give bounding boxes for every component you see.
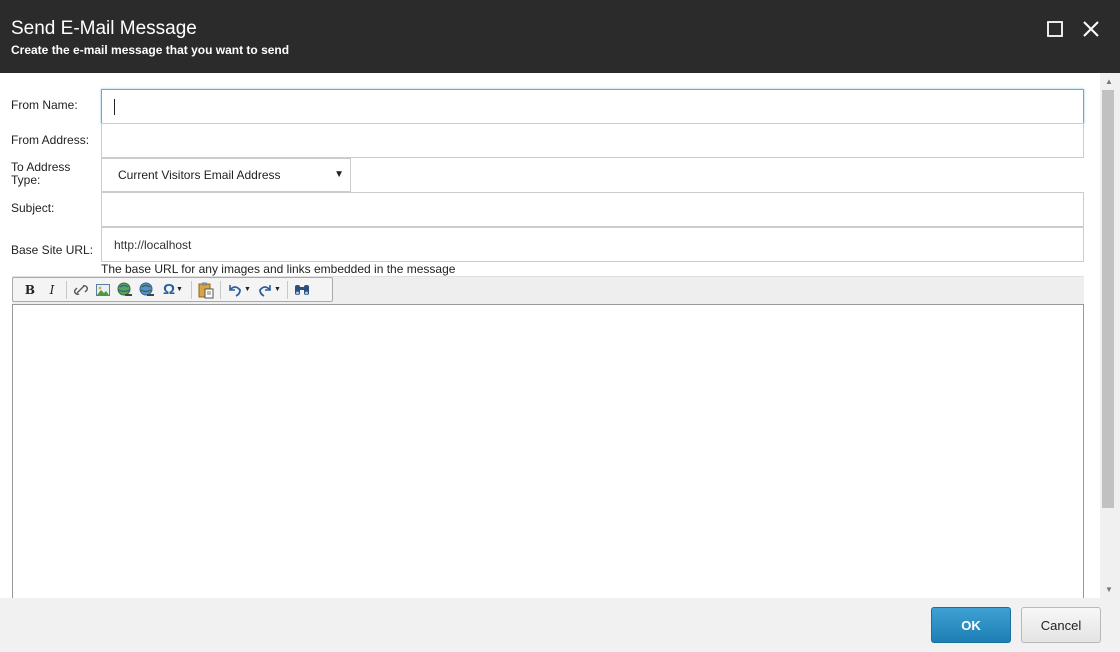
- italic-icon: I: [49, 282, 55, 297]
- insert-link-icon: [117, 282, 132, 296]
- image-icon: [96, 283, 110, 296]
- to-address-type-value: Current Visitors Email Address: [118, 168, 281, 182]
- redo-icon: [259, 284, 271, 297]
- redo-button[interactable]: ▼: [254, 280, 284, 300]
- ok-button[interactable]: OK: [931, 607, 1011, 643]
- dropdown-arrow-icon: ▼: [274, 286, 281, 293]
- special-character-button[interactable]: Ω ▼: [158, 280, 188, 300]
- toolbar-separator: [191, 280, 192, 299]
- toolbar-separator: [220, 280, 221, 299]
- subject-input[interactable]: [101, 192, 1084, 227]
- undo-icon: [229, 284, 241, 297]
- editor-toolbar: B I Ω ▼ ▼ ▼: [12, 277, 333, 302]
- to-address-type-label: To Address Type:: [11, 160, 71, 187]
- insert-link-button[interactable]: [114, 280, 136, 300]
- dialog-header: Send E-Mail Message Create the e-mail me…: [0, 0, 1120, 73]
- find-button[interactable]: [291, 280, 313, 300]
- find-icon: [295, 284, 309, 295]
- base-site-url-hint: The base URL for any images and links em…: [101, 262, 456, 276]
- dropdown-arrow-icon: ▼: [244, 286, 251, 293]
- scroll-down-icon[interactable]: ▼: [1105, 585, 1113, 594]
- message-body-editor[interactable]: [12, 304, 1084, 598]
- vertical-scrollbar[interactable]: ▲ ▼: [1100, 73, 1120, 598]
- base-site-url-value: http://localhost: [114, 237, 192, 252]
- paste-icon: [198, 282, 214, 298]
- from-name-input[interactable]: [101, 89, 1084, 124]
- maximize-button[interactable]: [1043, 17, 1067, 41]
- link-icon: [74, 284, 88, 295]
- scroll-up-icon[interactable]: ▲: [1105, 77, 1113, 86]
- close-icon: [1083, 21, 1099, 37]
- toolbar-separator: [287, 280, 288, 299]
- bold-button[interactable]: B: [19, 280, 41, 300]
- omega-icon: Ω: [163, 281, 176, 298]
- from-address-input[interactable]: [101, 123, 1084, 158]
- dialog-subtitle: Create the e-mail message that you want …: [11, 43, 290, 57]
- cancel-button[interactable]: Cancel: [1021, 607, 1101, 643]
- italic-button[interactable]: I: [41, 280, 63, 300]
- insert-image-button[interactable]: [92, 280, 114, 300]
- to-address-type-select[interactable]: Current Visitors Email Address ▼: [101, 158, 351, 192]
- paste-button[interactable]: [195, 280, 217, 300]
- remove-link-icon: [139, 282, 154, 296]
- bold-icon: B: [24, 282, 36, 297]
- toolbar-separator: [66, 280, 67, 299]
- base-site-url-label: Base Site URL:: [11, 243, 94, 257]
- text-caret: [114, 98, 115, 115]
- remove-link-button[interactable]: [136, 280, 158, 300]
- dialog-content: From Name: From Address: To Address Type…: [0, 73, 1100, 598]
- from-name-label: From Name:: [11, 98, 78, 112]
- dropdown-arrow-icon: ▼: [176, 286, 183, 293]
- link-button[interactable]: [70, 280, 92, 300]
- dropdown-arrow-icon: ▼: [334, 169, 344, 180]
- undo-button[interactable]: ▼: [224, 280, 254, 300]
- dialog-title: Send E-Mail Message: [11, 18, 197, 39]
- base-site-url-input[interactable]: http://localhost: [101, 227, 1084, 262]
- maximize-icon: [1047, 21, 1063, 37]
- dialog-footer: OK Cancel: [0, 598, 1120, 652]
- subject-label: Subject:: [11, 201, 55, 215]
- close-button[interactable]: [1079, 17, 1103, 41]
- from-address-label: From Address:: [11, 133, 90, 147]
- scrollbar-thumb[interactable]: [1102, 90, 1114, 508]
